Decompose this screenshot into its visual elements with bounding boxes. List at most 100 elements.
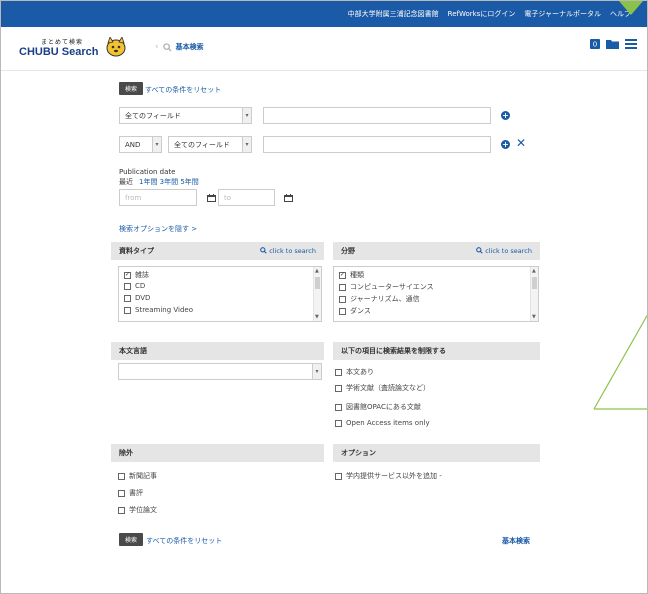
language-title: 本文言語 xyxy=(119,347,147,355)
exclude-option-label: 学位論文 xyxy=(129,506,157,514)
checkbox[interactable] xyxy=(124,306,131,314)
search-term-input-1[interactable] xyxy=(263,107,491,124)
language-select[interactable]: ▾ xyxy=(118,363,322,380)
list-item-label: 雑誌 xyxy=(135,271,149,279)
search-button-top[interactable]: 検索 xyxy=(119,82,144,95)
checkbox[interactable] xyxy=(339,295,346,303)
list-item[interactable]: Streaming Video xyxy=(124,306,193,314)
remove-row-icon[interactable]: ✕ xyxy=(516,137,526,149)
material-type-title: 資料タイプ xyxy=(119,247,154,255)
chevron-down-icon: ▾ xyxy=(312,364,321,379)
folder-icon[interactable] xyxy=(606,39,619,49)
list-item[interactable]: CD xyxy=(124,282,145,290)
checkbox[interactable] xyxy=(118,506,125,514)
checkbox[interactable] xyxy=(124,282,131,290)
search-button-bottom[interactable]: 検索 xyxy=(119,533,144,546)
limit-option-label: 図書館OPACにある文献 xyxy=(346,403,421,411)
exclude-option[interactable]: 新聞記事 xyxy=(118,471,157,481)
svg-text:0: 0 xyxy=(593,41,597,49)
logo-subtitle: まとめて検索 xyxy=(41,39,84,46)
list-item[interactable]: DVD xyxy=(124,294,150,302)
boolean-select-value: AND xyxy=(125,140,141,149)
reset-link-bottom[interactable]: すべての条件をリセット xyxy=(146,536,222,546)
scroll-up-icon[interactable]: ▲ xyxy=(532,268,536,274)
recent-label: 最近 xyxy=(119,178,133,186)
scroll-up-icon[interactable]: ▲ xyxy=(315,268,319,274)
menu-icon[interactable] xyxy=(625,39,637,49)
checkbox[interactable] xyxy=(339,283,346,291)
calendar-icon[interactable] xyxy=(207,194,216,202)
library-link[interactable]: 中部大学附属三浦記念図書館 xyxy=(348,9,439,19)
subject-list[interactable]: ✓ 種類 コンピューターサイエンス ジャーナリズム、通信 ダンス ▲ ▼ xyxy=(333,266,539,322)
scroll-down-icon[interactable]: ▼ xyxy=(532,314,536,320)
checkbox[interactable] xyxy=(335,368,342,376)
add-row-icon[interactable]: + xyxy=(501,111,510,120)
exclude-option[interactable]: 書評 xyxy=(118,488,143,498)
list-item[interactable]: コンピューターサイエンス xyxy=(339,282,434,292)
reset-link-top[interactable]: すべての条件をリセット xyxy=(145,85,221,95)
limit-option[interactable]: 学術文献（査読論文など） xyxy=(335,383,430,393)
chevron-down-icon: ▾ xyxy=(242,108,251,123)
search-term-input-2[interactable] xyxy=(263,136,491,153)
checkbox[interactable] xyxy=(339,307,346,315)
limit-option[interactable]: Open Access items only xyxy=(335,419,430,427)
ejournal-link[interactable]: 電子ジャーナルポータル xyxy=(524,9,601,19)
limit-option[interactable]: 図書館OPACにある文献 xyxy=(335,402,421,412)
material-type-list[interactable]: ✓ 雑誌 CD DVD Streaming Video ▲ ▼ xyxy=(118,266,322,322)
scroll-thumb[interactable] xyxy=(315,277,320,289)
checkbox[interactable] xyxy=(335,472,342,480)
boolean-select[interactable]: AND ▾ xyxy=(119,136,162,153)
date-to-input[interactable]: to xyxy=(218,189,275,206)
limit-option-label: 学術文献（査読論文など） xyxy=(346,384,430,392)
subject-title: 分野 xyxy=(341,247,355,255)
exclude-option[interactable]: 学位論文 xyxy=(118,505,157,515)
add-row-icon[interactable]: + xyxy=(501,140,510,149)
list-item-label: CD xyxy=(135,282,146,290)
chevron-left-icon[interactable]: ‹ xyxy=(155,42,159,52)
subject-search-link[interactable]: click to search xyxy=(476,247,532,255)
field-select-1[interactable]: 全てのフィールド ▾ xyxy=(119,107,252,124)
list-item[interactable]: ダンス xyxy=(339,306,371,316)
search-icon xyxy=(476,247,483,254)
options-title: オプション xyxy=(341,449,376,457)
advanced-search-form: 検索 すべての条件をリセット 全てのフィールド ▾ + AND ▾ 全てのフィー… xyxy=(1,72,647,593)
scrollbar[interactable]: ▲ ▼ xyxy=(313,267,321,321)
recent-years-links[interactable]: 1年間 3年間 5年間 xyxy=(139,177,199,187)
checkbox[interactable] xyxy=(335,384,342,392)
basic-search-link[interactable]: 基本検索 xyxy=(502,536,530,546)
checkbox[interactable] xyxy=(335,419,342,427)
checkbox[interactable] xyxy=(335,403,342,411)
checkbox-checked[interactable]: ✓ xyxy=(124,271,131,279)
list-item[interactable]: ✓ 雑誌 xyxy=(124,270,149,280)
notification-badge-icon[interactable]: 0 xyxy=(590,39,600,49)
exclude-header: 除外 xyxy=(111,444,324,462)
limit-option[interactable]: 本文あり xyxy=(335,367,374,377)
header: まとめて検索 CHUBU Search ‹ 基本検索 0 xyxy=(1,27,647,71)
refworks-link[interactable]: RefWorksにログイン xyxy=(448,9,516,19)
breadcrumb: ‹ 基本検索 xyxy=(155,42,204,52)
search-icon xyxy=(162,42,172,52)
list-item[interactable]: ✓ 種類 xyxy=(339,270,364,280)
calendar-icon[interactable] xyxy=(284,194,293,202)
checkbox[interactable] xyxy=(118,489,125,497)
scroll-thumb[interactable] xyxy=(532,277,537,289)
list-item-label: Streaming Video xyxy=(135,306,193,314)
exclude-option-label: 書評 xyxy=(129,489,143,497)
hide-options-link[interactable]: 検索オプションを隠す > xyxy=(119,224,197,234)
exclude-title: 除外 xyxy=(119,449,133,457)
checkbox-checked[interactable]: ✓ xyxy=(339,271,346,279)
header-icons: 0 xyxy=(590,39,637,49)
logo[interactable]: まとめて検索 CHUBU Search xyxy=(19,37,139,65)
material-type-search-link[interactable]: click to search xyxy=(260,247,316,255)
scrollbar[interactable]: ▲ ▼ xyxy=(530,267,538,321)
page-frame: 中部大学附属三浦記念図書館 RefWorksにログイン 電子ジャーナルポータル … xyxy=(0,0,648,594)
list-item-label: DVD xyxy=(135,294,151,302)
list-item[interactable]: ジャーナリズム、通信 xyxy=(339,294,420,304)
breadcrumb-basic-search[interactable]: 基本検索 xyxy=(176,42,204,52)
checkbox[interactable] xyxy=(124,294,131,302)
checkbox[interactable] xyxy=(118,472,125,480)
date-from-input[interactable]: from xyxy=(119,189,197,206)
scroll-down-icon[interactable]: ▼ xyxy=(315,314,319,320)
options-option[interactable]: 学内提供サービス以外を追加 - xyxy=(335,471,442,481)
field-select-2[interactable]: 全てのフィールド ▾ xyxy=(168,136,252,153)
